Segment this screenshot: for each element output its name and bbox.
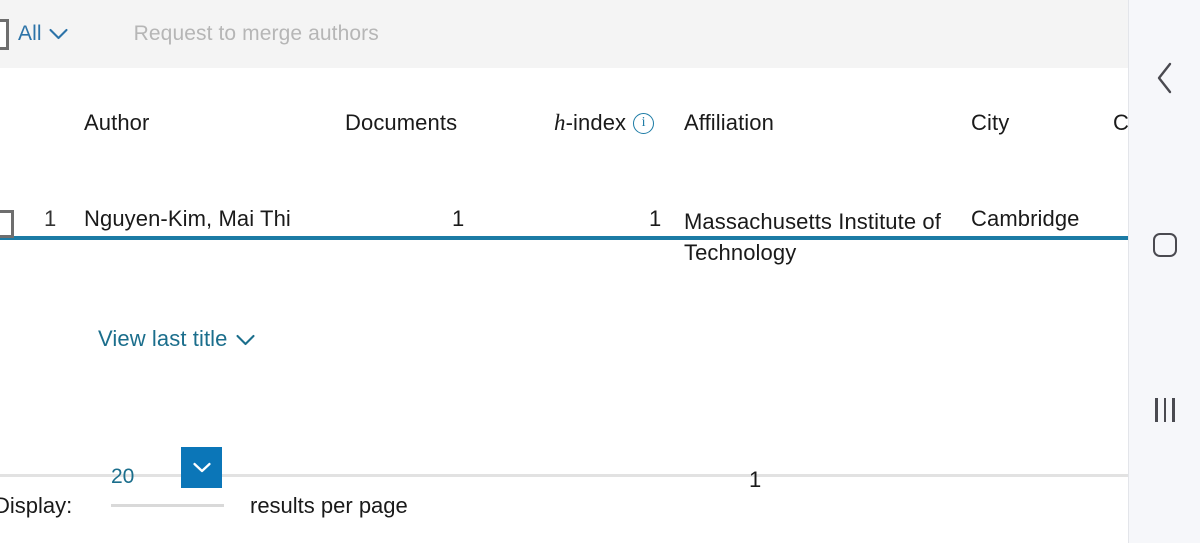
recents-bars-icon <box>1155 398 1175 422</box>
nav-back-button[interactable] <box>1129 50 1200 110</box>
view-last-title-label: View last title <box>98 326 228 351</box>
view-last-title-link[interactable]: View last title <box>98 326 256 352</box>
authors-results-table: Author Documents h-index i Affiliation C… <box>0 68 1128 477</box>
request-merge-authors-button[interactable]: Request to merge authors <box>134 22 379 46</box>
table-row: 1 Nguyen-Kim, Mai Thi 1 1 Massachusetts … <box>0 174 1128 412</box>
home-square-icon <box>1153 233 1177 257</box>
results-per-page-value: 20 <box>111 465 135 488</box>
select-all-label[interactable]: All <box>18 22 42 46</box>
results-per-page-suffix: results per page <box>250 493 408 518</box>
column-header-country[interactable]: C <box>1113 110 1128 136</box>
bulk-action-bar: All Request to merge authors <box>0 0 1128 68</box>
nav-recents-button[interactable] <box>1129 380 1200 440</box>
hindex-label-rest: -index <box>565 110 627 135</box>
column-header-affiliation[interactable]: Affiliation <box>684 110 774 136</box>
row-author-name[interactable]: Nguyen-Kim, Mai Thi <box>84 206 291 232</box>
results-per-page-select[interactable]: 20 <box>111 447 224 507</box>
pagination-footer: Display: 20 results per page 1 <box>0 409 1128 543</box>
select-underline <box>111 504 224 507</box>
row-select-checkbox[interactable] <box>0 210 14 238</box>
nav-home-button[interactable] <box>1129 215 1200 275</box>
chevron-down-icon[interactable] <box>49 28 68 40</box>
info-circle-icon[interactable]: i <box>633 112 655 134</box>
chevron-down-icon <box>192 462 211 473</box>
chevron-down-icon <box>236 326 256 352</box>
results-content-area: All Request to merge authors Author Docu… <box>0 0 1128 543</box>
row-index: 1 <box>44 206 57 231</box>
table-header-row: Author Documents h-index i Affiliation C… <box>0 68 1128 170</box>
current-page-number[interactable]: 1 <box>749 467 761 493</box>
row-documents-count[interactable]: 1 <box>452 206 464 232</box>
android-navigation-bar <box>1128 0 1200 543</box>
row-hindex-value: 1 <box>649 206 662 231</box>
display-label: Display: <box>0 493 73 518</box>
row-affiliation: Massachusetts Institute of Technology <box>684 209 941 266</box>
column-header-hindex[interactable]: h-index i <box>554 110 655 136</box>
column-header-documents[interactable]: Documents <box>345 110 457 136</box>
column-header-author[interactable]: Author <box>84 110 149 136</box>
hindex-italic-h: h <box>554 110 566 135</box>
chevron-left-icon <box>1154 61 1176 100</box>
column-header-city[interactable]: City <box>971 110 1009 136</box>
select-all-group[interactable]: All <box>0 18 68 50</box>
row-city: Cambridge <box>971 206 1080 231</box>
app-screen: All Request to merge authors Author Docu… <box>0 0 1200 543</box>
results-per-page-dropdown-button[interactable] <box>181 447 222 488</box>
select-all-checkbox[interactable] <box>0 18 9 50</box>
